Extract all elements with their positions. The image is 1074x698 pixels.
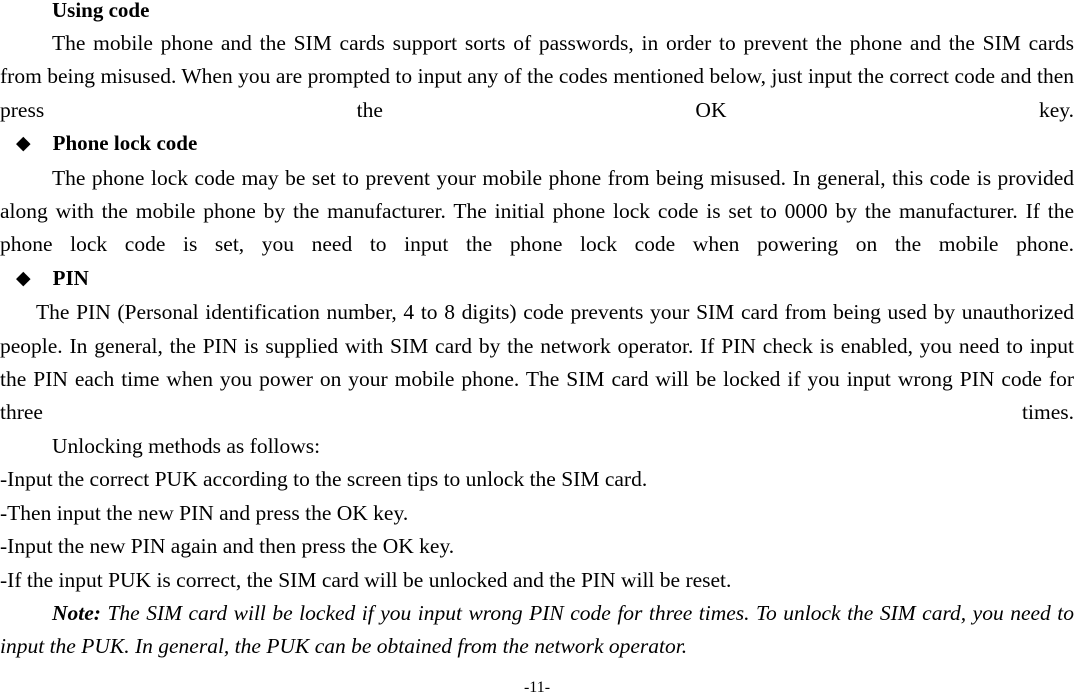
page-number: -11- <box>523 679 551 696</box>
page-content: Using code The mobile phone and the SIM … <box>0 0 1074 664</box>
unlock-step-2: -Then input the new PIN and press the OK… <box>0 500 409 525</box>
note-label: Note: <box>52 600 101 625</box>
subheading-pin: ◆ PIN <box>0 262 1074 296</box>
unlock-step-4: -If the input PUK is correct, the SIM ca… <box>0 567 732 592</box>
subheading-phone-lock-code-label: Phone lock code <box>52 131 198 156</box>
intro-paragraph: The mobile phone and the SIM cards suppo… <box>0 31 1074 122</box>
page-title: Using code <box>52 0 150 22</box>
subheading-pin-label: PIN <box>52 265 89 290</box>
note-text: The SIM card will be locked if you input… <box>0 600 1074 659</box>
unlocking-methods-intro: Unlocking methods as follows: <box>52 433 321 458</box>
unlock-step-1: -Input the correct PUK according to the … <box>0 467 648 492</box>
manual-page: Using code The mobile phone and the SIM … <box>0 0 1074 698</box>
pin-paragraph: The PIN (Personal identification number,… <box>0 300 1074 425</box>
phone-lock-code-paragraph: The phone lock code may be set to preven… <box>0 165 1074 257</box>
pin-note: Note: The SIM card will be locked if you… <box>0 597 1074 664</box>
subheading-phone-lock-code: ◆ Phone lock code <box>0 127 1074 161</box>
diamond-bullet-icon: ◆ <box>16 267 31 289</box>
unlock-step-3: -Input the new PIN again and then press … <box>0 534 455 559</box>
diamond-bullet-icon: ◆ <box>16 133 31 155</box>
